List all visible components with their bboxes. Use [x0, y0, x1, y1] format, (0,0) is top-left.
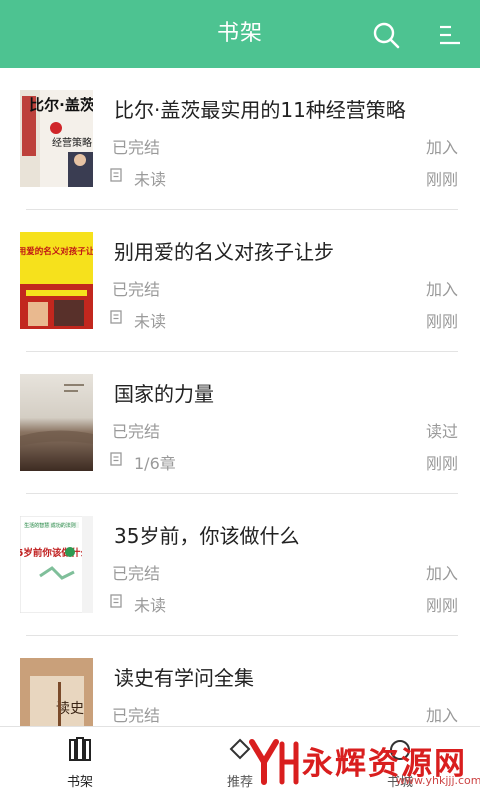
- book-status: 已完结: [112, 564, 161, 583]
- book-time: 刚刚: [425, 312, 458, 331]
- book-title[interactable]: 国家的力量: [114, 378, 214, 407]
- book-action: 加入: [425, 706, 458, 725]
- search-icon[interactable]: [372, 21, 400, 49]
- chapter-icon: [110, 310, 122, 324]
- cover-title-text: 比尔·盖茨: [29, 96, 93, 114]
- book-item[interactable]: 别用爱的名义对孩子让步 别用爱的名义对孩子让步 已完结 未读 加入 刚刚: [0, 210, 480, 352]
- book-action: 加入: [425, 564, 458, 583]
- book-cover[interactable]: 比尔·盖茨 经营策略: [20, 90, 93, 187]
- read-progress: 未读: [134, 170, 167, 189]
- page-title: 书架: [216, 21, 263, 46]
- book-time: 刚刚: [425, 454, 458, 473]
- book-cover[interactable]: 别用爱的名义对孩子让步: [20, 232, 93, 329]
- book-action: 读过: [425, 422, 458, 441]
- book-status: 已完结: [112, 422, 161, 441]
- book-status: 已完结: [112, 138, 161, 157]
- chapter-icon: [110, 594, 122, 608]
- chapter-icon: [110, 168, 122, 182]
- watermark: 永辉资源网 www.yhkjjj.com: [246, 736, 480, 792]
- book-cover[interactable]: 生活的智慧 成功的法则 35岁前你该做什么: [20, 516, 93, 613]
- chapter-icon: [110, 452, 122, 466]
- tab-bookshelf[interactable]: 书架: [20, 727, 140, 801]
- read-progress: 未读: [134, 596, 167, 615]
- book-action: 加入: [425, 280, 458, 299]
- book-item[interactable]: 比尔·盖茨 经营策略 比尔·盖茨最实用的11种经营策略 已完结 未读 加入 刚刚: [0, 68, 480, 210]
- book-title[interactable]: 比尔·盖茨最实用的11种经营策略: [114, 94, 406, 123]
- book-cover[interactable]: [20, 374, 93, 471]
- book-item[interactable]: 读史 读史有学问全集 已完结 加入: [0, 636, 480, 726]
- cover-title-text: 35岁前你该做什么: [20, 547, 90, 559]
- cover-title-text: 别用爱的名义对孩子让步: [20, 246, 93, 257]
- book-cover[interactable]: 读史: [20, 658, 93, 726]
- bookshelf-list[interactable]: 比尔·盖茨 经营策略 比尔·盖茨最实用的11种经营策略 已完结 未读 加入 刚刚…: [0, 68, 480, 726]
- menu-icon[interactable]: [436, 22, 462, 48]
- cover-subtitle-text: 经营策略: [52, 136, 92, 149]
- watermark-url: www.yhkjjj.com: [396, 774, 480, 787]
- book-item[interactable]: 生活的智慧 成功的法则 35岁前你该做什么 35岁前，你该做什么 已完结 未读 …: [0, 494, 480, 636]
- tab-label: 书架: [66, 775, 93, 790]
- app-header: 书架: [0, 0, 480, 68]
- book-time: 刚刚: [425, 170, 458, 189]
- bookshelf-icon: [69, 737, 91, 761]
- book-title[interactable]: 别用爱的名义对孩子让步: [114, 236, 334, 265]
- read-progress: 1/6章: [134, 454, 176, 473]
- yh-logo-icon: [249, 739, 299, 785]
- book-title[interactable]: 读史有学问全集: [114, 662, 254, 691]
- book-status: 已完结: [112, 280, 161, 299]
- book-time: 刚刚: [425, 596, 458, 615]
- book-status: 已完结: [112, 706, 161, 725]
- read-progress: 未读: [134, 312, 167, 331]
- book-item[interactable]: 国家的力量 已完结 1/6章 读过 刚刚: [0, 352, 480, 494]
- book-title[interactable]: 35岁前，你该做什么: [114, 520, 299, 549]
- book-action: 加入: [425, 138, 458, 157]
- cover-top-text: 生活的智慧 成功的法则: [24, 522, 76, 529]
